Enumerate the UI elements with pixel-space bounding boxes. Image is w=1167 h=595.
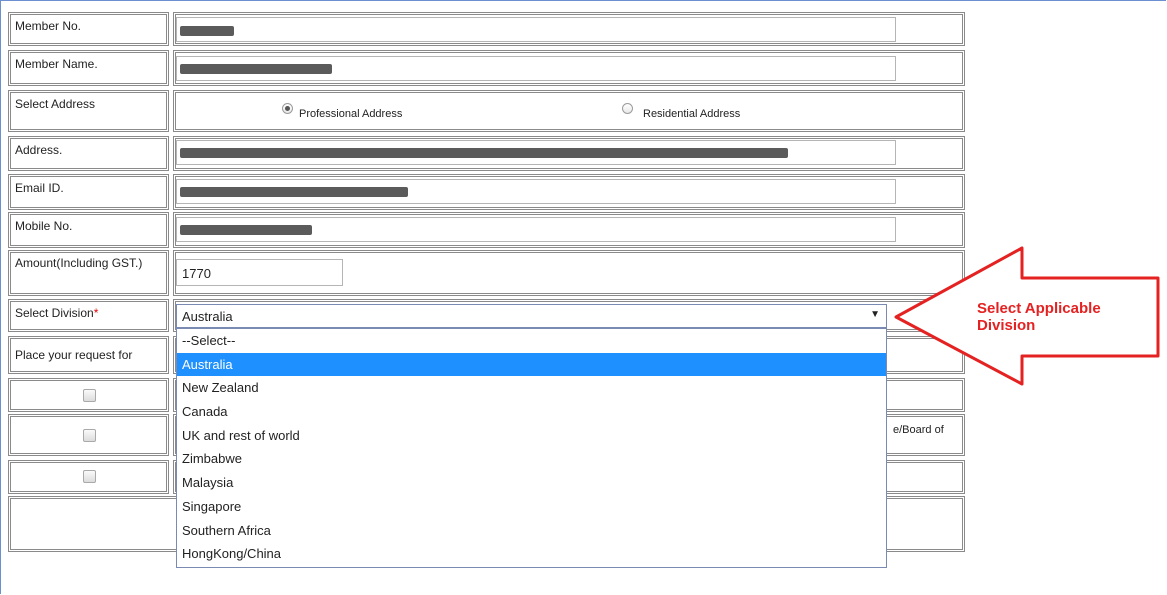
professional-address-radio[interactable] [282,103,293,114]
dropdown-option-uk[interactable]: UK and rest of world [177,424,886,448]
select-address-label: Select Address [15,97,96,111]
division-selected-value: Australia [182,309,233,324]
request-checkbox-2[interactable] [83,429,96,442]
address-label-cell: Address. [8,136,169,171]
select-address-label-cell: Select Address [8,90,169,132]
member-no-label: Member No. [15,19,82,33]
amount-label-cell: Amount(Including GST.) [8,250,169,296]
member-no-label-cell: Member No. [8,12,169,46]
request-checkbox-1[interactable] [83,389,96,402]
amount-label: Amount(Including GST.) [15,256,143,270]
member-name-label-cell: Member Name. [8,50,169,86]
dropdown-option-malaysia[interactable]: Malaysia [177,471,886,495]
annotation-line-1: Select Applicable [977,300,1101,317]
mobile-label-cell: Mobile No. [8,212,169,248]
chevron-down-icon: ▼ [870,309,880,320]
option-text-partial: e/Board of [893,424,944,436]
required-mark: * [93,306,99,320]
amount-input[interactable]: 1770 [176,259,343,286]
residential-address-radio[interactable] [622,103,633,114]
dropdown-option-zimbabwe[interactable]: Zimbabwe [177,447,886,471]
request-checkbox-3[interactable] [83,470,96,483]
member-no-input[interactable] [176,17,896,42]
division-label-cell: Select Division* [8,299,169,332]
dropdown-option-select[interactable]: --Select-- [177,329,886,353]
redaction-bar [180,225,312,235]
member-name-label: Member Name. [15,57,98,71]
email-label-cell: Email ID. [8,174,169,210]
dropdown-option-australia[interactable]: Australia [177,352,886,377]
address-label: Address. [15,143,63,157]
division-dropdown-list[interactable]: --Select-- Australia New Zealand Canada … [176,328,887,568]
mobile-label: Mobile No. [15,219,73,233]
request-label-cell: Place your request for [8,336,169,374]
email-label: Email ID. [15,181,64,195]
dropdown-option-new-zealand[interactable]: New Zealand [177,376,886,400]
redaction-bar [180,187,408,197]
annotation-text: Select Applicable Division [977,300,1101,334]
dropdown-option-canada[interactable]: Canada [177,400,886,424]
annotation-line-2: Division [977,317,1036,334]
professional-address-label: Professional Address [299,108,403,120]
redaction-bar [180,148,788,158]
residential-address-label: Residential Address [643,108,741,120]
dropdown-option-southern-africa[interactable]: Southern Africa [177,519,886,543]
division-label: Select Division [15,306,94,320]
division-select[interactable]: Australia ▼ [176,304,887,328]
dropdown-option-singapore[interactable]: Singapore [177,495,886,519]
redaction-bar [180,26,234,36]
redaction-bar [180,64,332,74]
request-label: Place your request for [15,348,133,362]
dropdown-option-hongkong-china[interactable]: HongKong/China [177,542,886,566]
